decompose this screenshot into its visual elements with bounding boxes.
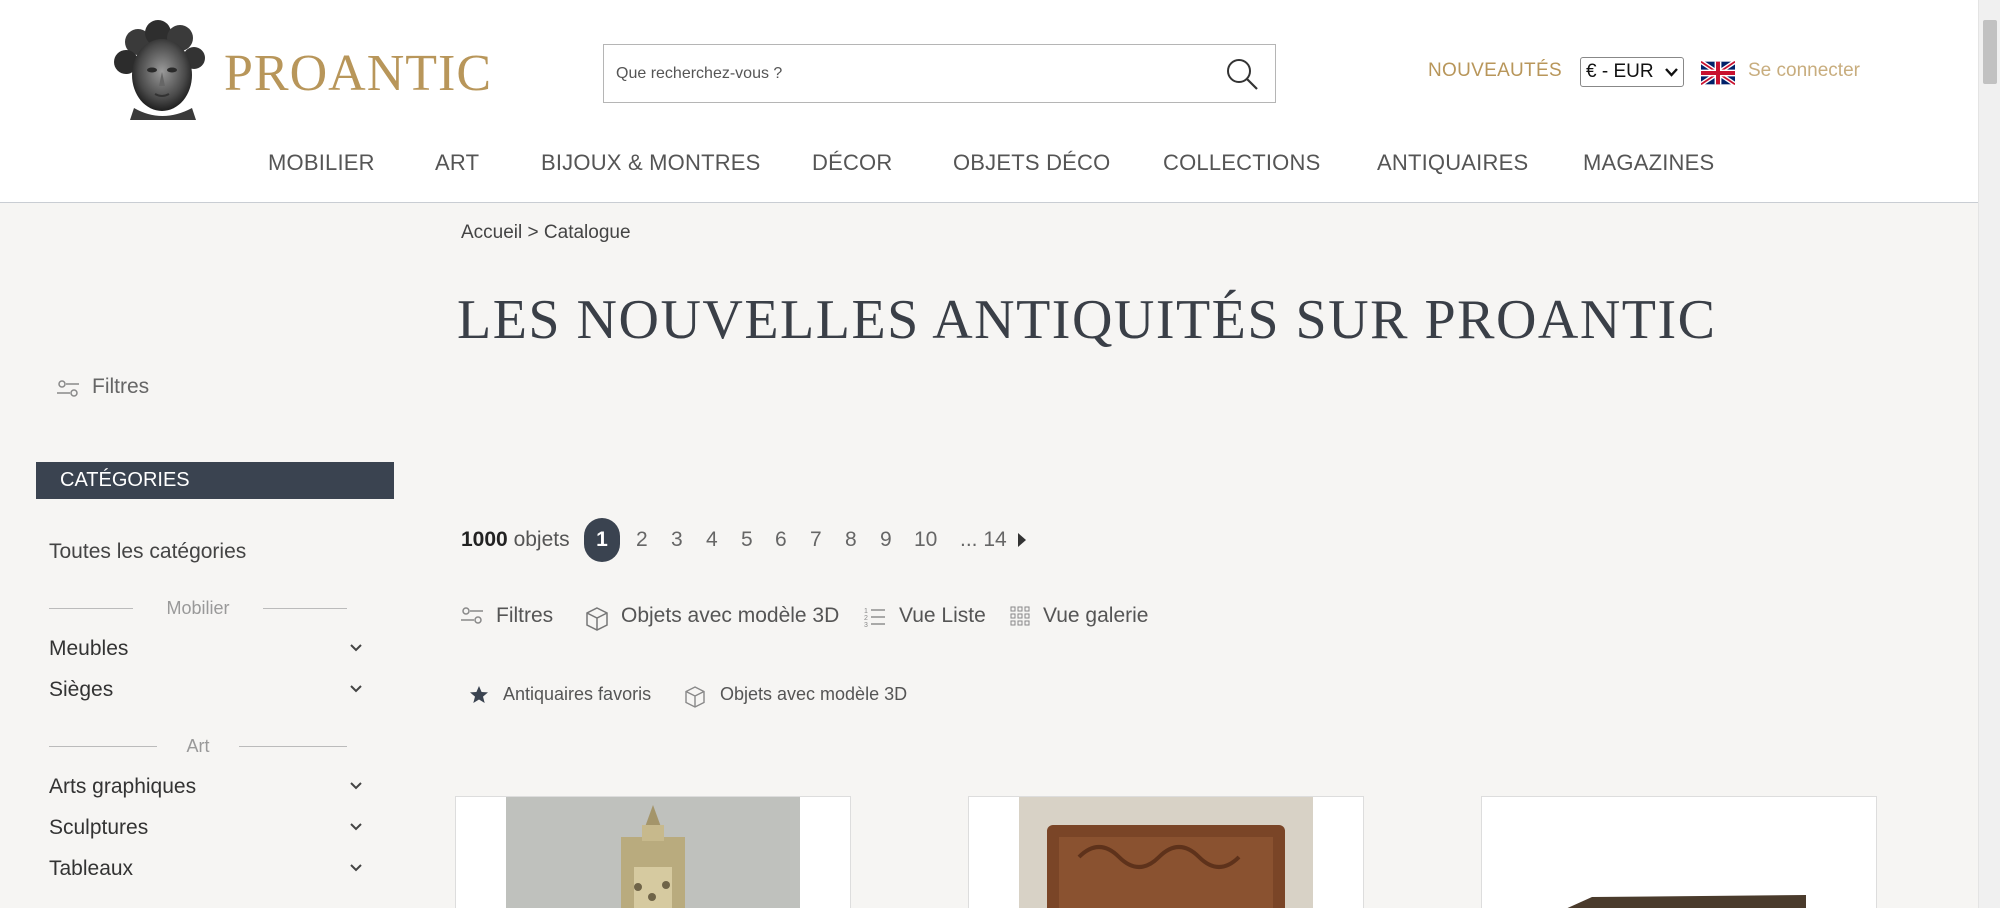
chevron-down-icon (350, 644, 362, 652)
sidebar-item-meubles[interactable]: Meubles (49, 637, 363, 665)
product-image[interactable] (506, 797, 800, 908)
grid-view-icon (1010, 606, 1030, 626)
chevron-down-icon (350, 782, 362, 790)
filter-sliders-icon (57, 380, 79, 397)
svg-text:1: 1 (864, 608, 868, 615)
product-card[interactable] (1481, 796, 1877, 908)
page-scrollbar[interactable] (1978, 0, 2000, 908)
nav-item-mobilier[interactable]: MOBILIER (268, 150, 375, 176)
pagination-page[interactable]: 10 (914, 528, 937, 552)
pagination-page[interactable]: 3 (671, 528, 683, 552)
nav-item-bijoux-montres[interactable]: BIJOUX & MONTRES (541, 150, 761, 176)
chevron-down-icon (1665, 68, 1678, 77)
sidebar-item-label: Sculptures (49, 816, 149, 839)
list-view-label: Vue Liste (899, 604, 986, 627)
product-card[interactable] (455, 796, 851, 908)
logo-text[interactable]: PROANTIC (224, 44, 492, 103)
breadcrumb: Accueil > Catalogue (461, 222, 631, 244)
currency-select[interactable]: € - EUR (1580, 57, 1684, 87)
gallery-view-label: Vue galerie (1043, 604, 1149, 627)
uk-flag-icon[interactable] (1701, 61, 1735, 85)
svg-text:2: 2 (864, 615, 868, 622)
chevron-down-icon (350, 823, 362, 831)
currency-value: € - EUR (1586, 61, 1654, 82)
nav-item-antiquaires[interactable]: ANTIQUAIRES (1377, 150, 1528, 176)
category-group-divider: Art (49, 736, 347, 756)
models3d-label: Objets avec modèle 3D (621, 604, 840, 627)
pagination-page[interactable]: 4 (706, 528, 718, 552)
page-title: LES NOUVELLES ANTIQUITÉS SUR PROANTIC (457, 289, 1717, 351)
search-icon[interactable] (1223, 55, 1261, 93)
cube-3d-icon (685, 686, 705, 708)
svg-text:3: 3 (864, 622, 868, 628)
site-header: PROANTIC NOUVEAUTÉS € - EUR Se connecter… (0, 0, 1978, 203)
chevron-down-icon (350, 864, 362, 872)
pagination-current-page[interactable]: 1 (584, 518, 620, 562)
sidebar-item-sieges[interactable]: Sièges (49, 678, 363, 706)
pagination-page[interactable]: 7 (810, 528, 822, 552)
sidebar-item-label: Tableaux (49, 857, 134, 880)
sidebar-filters-label: Filtres (92, 375, 150, 398)
results-count-suffix: objets (513, 528, 570, 551)
all-categories-link[interactable]: Toutes les catégories (49, 540, 246, 564)
categories-heading: CATÉGORIES (36, 462, 394, 499)
category-group-label: Art (186, 736, 210, 756)
pagination-last-page[interactable]: ... 14 (960, 528, 1007, 552)
login-link[interactable]: Se connecter (1748, 60, 1860, 82)
cube-3d-icon (586, 607, 608, 631)
filters-label: Filtres (496, 604, 554, 627)
new-items-link[interactable]: NOUVEAUTÉS (1428, 60, 1562, 82)
list-view-icon: 1 2 3 (864, 608, 885, 628)
search-input[interactable] (616, 45, 1196, 102)
breadcrumb-separator: > (527, 222, 539, 243)
search-box (603, 44, 1276, 103)
category-group-label: Mobilier (166, 598, 230, 618)
product-image[interactable] (1532, 797, 1826, 908)
breadcrumb-current: Catalogue (543, 222, 631, 243)
star-icon (470, 686, 488, 703)
nav-item-objets-deco[interactable]: OBJETS DÉCO (953, 150, 1110, 176)
pagination-next-icon[interactable] (1017, 532, 1027, 548)
nav-item-collections[interactable]: COLLECTIONS (1163, 150, 1320, 176)
chevron-down-icon (350, 685, 362, 693)
sidebar-item-tableaux[interactable]: Tableaux (49, 857, 363, 885)
pagination-page[interactable]: 6 (775, 528, 787, 552)
sidebar-item-arts-graphiques[interactable]: Arts graphiques (49, 775, 363, 803)
sidebar-item-sculptures[interactable]: Sculptures (49, 816, 363, 844)
sidebar-item-label: Sièges (49, 678, 114, 701)
breadcrumb-home-link[interactable]: Accueil (461, 222, 522, 243)
nav-item-decor[interactable]: DÉCOR (812, 150, 892, 176)
nav-item-art[interactable]: ART (435, 150, 479, 176)
nav-item-magazines[interactable]: MAGAZINES (1583, 150, 1714, 176)
product-card[interactable] (968, 796, 1364, 908)
pagination-page[interactable]: 8 (845, 528, 857, 552)
scrollbar-thumb[interactable] (1983, 20, 1997, 84)
product-image[interactable] (1019, 797, 1313, 908)
favorite-dealers-label: Antiquaires favoris (503, 684, 652, 704)
filter-sliders-icon (461, 607, 483, 624)
pagination-page[interactable]: 9 (880, 528, 892, 552)
category-group-divider: Mobilier (49, 598, 347, 618)
results-count-number: 1000 (461, 528, 508, 551)
main-nav: MOBILIER ART BIJOUX & MONTRES DÉCOR OBJE… (0, 150, 1978, 180)
sidebar-item-label: Arts graphiques (49, 775, 197, 798)
pagination-page[interactable]: 5 (741, 528, 753, 552)
sidebar-item-label: Meubles (49, 637, 129, 660)
pagination-page[interactable]: 2 (636, 528, 648, 552)
models3d-filter-label: Objets avec modèle 3D (720, 684, 908, 704)
results-count: 1000 objets (461, 528, 570, 552)
logo-bust-icon[interactable] (112, 20, 208, 120)
